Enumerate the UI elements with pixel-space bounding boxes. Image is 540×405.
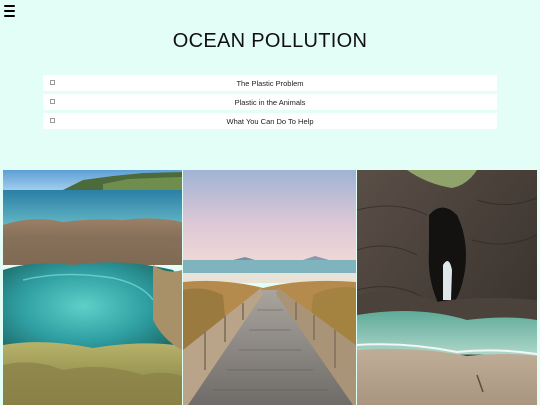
nav-item-label: The Plastic Problem bbox=[236, 78, 304, 88]
photo-gallery bbox=[3, 170, 537, 405]
nav-item-label: What You Can Do To Help bbox=[226, 116, 314, 126]
hamburger-menu-icon[interactable] bbox=[4, 5, 15, 17]
boardwalk-photo bbox=[183, 170, 356, 405]
bullet-icon bbox=[50, 118, 55, 123]
nav-item-label: Plastic in the Animals bbox=[234, 97, 306, 107]
sea-cave-photo bbox=[357, 170, 537, 405]
bullet-icon bbox=[50, 99, 55, 104]
nav-item-help[interactable]: What You Can Do To Help bbox=[43, 113, 497, 129]
rock-pool-photo bbox=[3, 170, 182, 405]
bullet-icon bbox=[50, 80, 55, 85]
page-title: OCEAN POLLUTION bbox=[172, 30, 368, 52]
nav-item-plastic-animals[interactable]: Plastic in the Animals bbox=[43, 94, 497, 110]
nav-item-plastic-problem[interactable]: The Plastic Problem bbox=[43, 75, 497, 91]
nav-list: The Plastic Problem Plastic in the Anima… bbox=[43, 75, 497, 132]
